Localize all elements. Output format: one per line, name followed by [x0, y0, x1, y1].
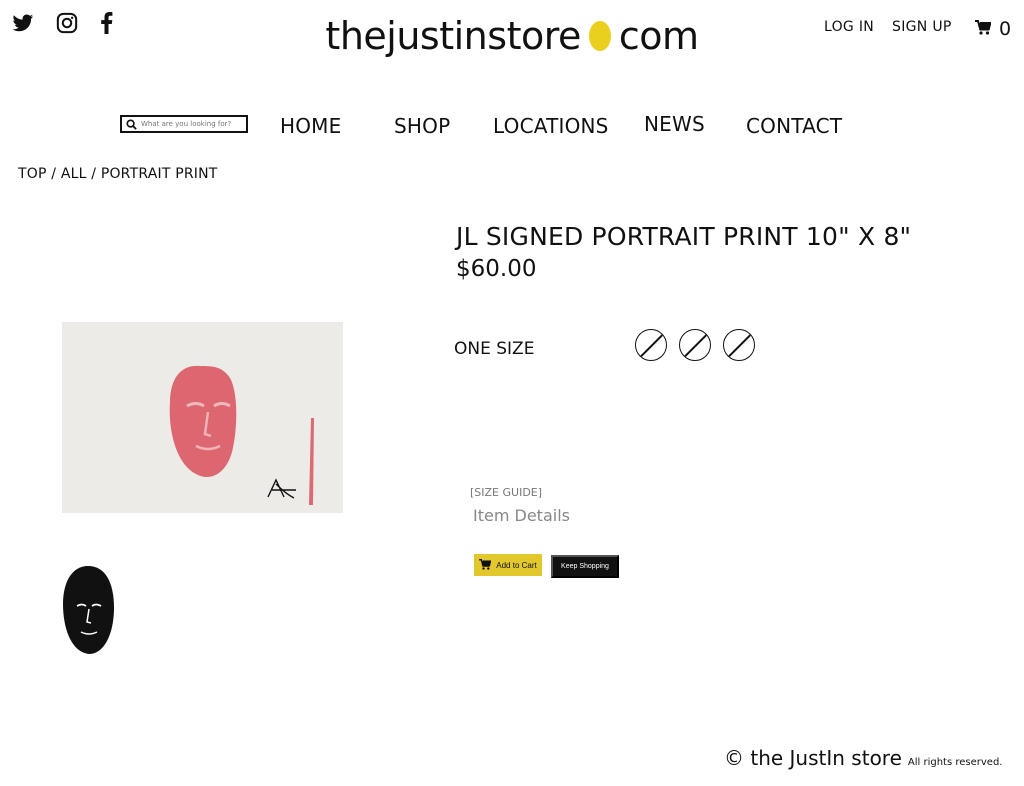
add-to-cart-button[interactable]: Add to Cart	[474, 554, 542, 576]
size-option-unavailable[interactable]	[723, 329, 755, 361]
nav-item-news[interactable]: NEWS	[644, 112, 705, 136]
copyright-text: © the JustIn store	[724, 746, 902, 770]
size-guide-link[interactable]: [SIZE GUIDE]	[470, 486, 542, 499]
nav-item-locations[interactable]: LOCATIONS	[493, 114, 609, 138]
search-box	[120, 115, 248, 133]
product-thumbnail[interactable]	[61, 564, 116, 660]
logo-face-icon	[588, 20, 611, 51]
size-label: ONE SIZE	[454, 339, 535, 359]
log-in-link[interactable]: LOG IN	[824, 19, 874, 35]
portrait-silhouette-thumbnail	[63, 566, 114, 654]
footer-copyright: © the JustIn store All rights reserved.	[724, 746, 1002, 770]
item-details-link[interactable]: Item Details	[473, 506, 570, 525]
search-input[interactable]	[141, 120, 241, 128]
add-to-cart-label: Add to Cart	[496, 560, 537, 570]
product-price: $60.00	[456, 256, 537, 282]
cart-count: 0	[999, 18, 1012, 40]
keep-shopping-button[interactable]: Keep Shopping	[551, 555, 619, 578]
product-main-image[interactable]	[62, 322, 343, 513]
size-option-unavailable[interactable]	[635, 329, 667, 361]
search-icon[interactable]	[126, 115, 137, 134]
product-title: JL SIGNED PORTRAIT PRINT 10" X 8"	[456, 222, 912, 251]
cart-button[interactable]: 0	[975, 18, 1011, 40]
main-nav: HOME SHOP LOCATIONS NEWS CONTACT	[0, 112, 1024, 142]
breadcrumb[interactable]: TOP / ALL / PORTRAIT PRINT	[18, 166, 218, 182]
size-option-unavailable[interactable]	[679, 329, 711, 361]
logo-text-right: com	[618, 14, 699, 58]
nav-item-contact[interactable]: CONTACT	[746, 114, 842, 138]
cart-icon	[479, 558, 492, 572]
cart-icon	[975, 18, 992, 40]
sign-up-link[interactable]: SIGN UP	[892, 19, 952, 35]
portrait-artwork	[169, 365, 314, 505]
auth-links: LOG IN SIGN UP	[824, 19, 952, 35]
rights-text: All rights reserved.	[907, 757, 1003, 768]
nav-item-home[interactable]: HOME	[280, 114, 341, 138]
size-options	[635, 329, 755, 361]
logo-text-left: thejustinstore	[325, 14, 581, 58]
nav-item-shop[interactable]: SHOP	[394, 114, 450, 138]
